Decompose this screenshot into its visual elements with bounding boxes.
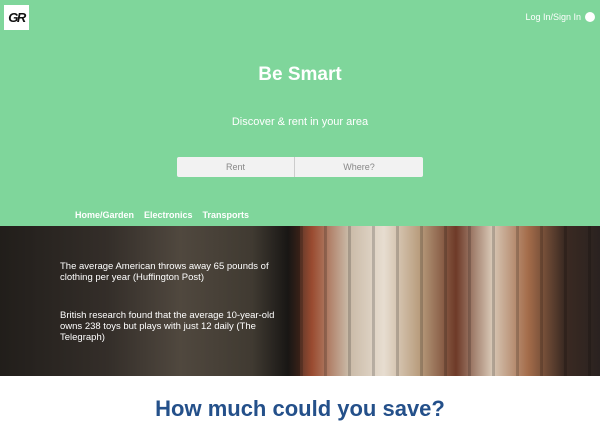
hero-section: GR Log In/Sign In Be Smart Discover & re… <box>0 0 600 226</box>
rent-input[interactable] <box>177 157 294 177</box>
login-button[interactable]: Log In/Sign In <box>525 12 595 22</box>
clothing-rack-image: The average American throws away 65 poun… <box>0 226 600 376</box>
page-subtitle: Discover & rent in your area <box>231 116 369 128</box>
page-title: Be Smart <box>258 64 342 85</box>
savings-heading: How much could you save? <box>155 396 445 421</box>
where-input[interactable] <box>295 157 423 177</box>
category-transports[interactable]: Transports <box>203 210 250 220</box>
fact-clothing: The average American throws away 65 poun… <box>60 261 269 283</box>
clothes-texture <box>300 226 600 376</box>
login-label: Log In/Sign In <box>525 12 581 22</box>
category-nav: Home/Garden Electronics Transports <box>75 210 249 220</box>
category-home-garden[interactable]: Home/Garden <box>75 210 134 220</box>
fact-toys: British research found that the average … <box>60 310 275 343</box>
image-dark-overlay <box>0 226 300 376</box>
user-avatar-icon <box>585 12 595 22</box>
logo-text: GR <box>8 10 26 25</box>
category-electronics[interactable]: Electronics <box>144 210 193 220</box>
logo[interactable]: GR <box>4 5 29 30</box>
search-bar <box>177 157 423 177</box>
